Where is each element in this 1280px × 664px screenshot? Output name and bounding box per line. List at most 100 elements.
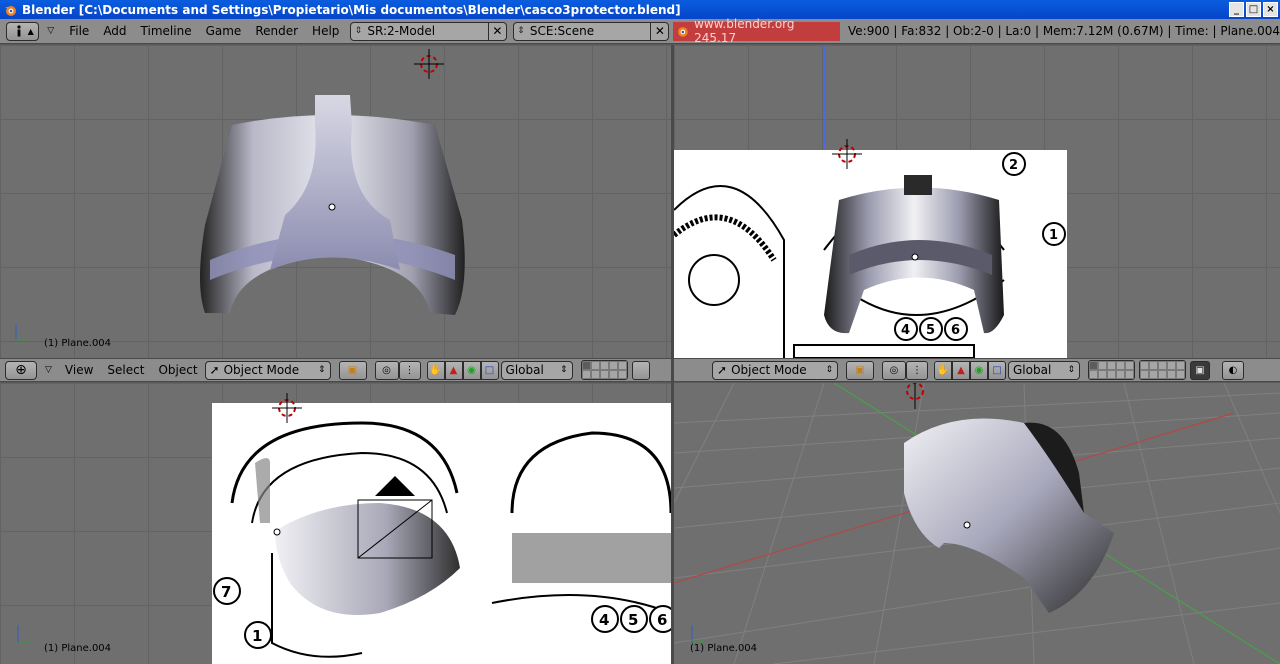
collapse-menu-icon[interactable]: ▽ (47, 26, 54, 36)
blender-website-link[interactable]: www.blender.org 245.17 (673, 17, 840, 45)
hand-icon: ✋ (429, 364, 442, 376)
render-icon: ◐ (1228, 364, 1238, 376)
menu-view[interactable]: View (58, 363, 100, 377)
helmet-front-mesh (200, 95, 465, 315)
helmet-perspective-mesh (904, 418, 1114, 613)
menu-select[interactable]: Select (100, 363, 151, 377)
scale-manipulator[interactable]: □ (988, 360, 1006, 380)
pivot-button[interactable]: ◎ (374, 360, 399, 380)
object-label: (1) Plane.004 (44, 338, 112, 349)
hand-icon: ✋ (936, 364, 950, 376)
rotate-manipulator[interactable]: ◉ (970, 360, 988, 380)
viewport-header-right: ➚ Object Mode ⇕ ▣ ◎ ⋮ ✋ ▲ ◉ □ Global ⇕ ▣… (674, 358, 1280, 382)
helmet-back-mesh (824, 175, 1004, 334)
minimize-button[interactable]: _ (1229, 2, 1244, 17)
pivot-icon: ◎ (382, 364, 391, 376)
layer-buttons-2[interactable] (1139, 360, 1186, 380)
viewport-top-left[interactable]: (1) Plane.004 (0, 45, 671, 358)
viewport-header-left: ⊕ ▽ View Select Object ➚ Object Mode ⇕ ▣… (0, 358, 671, 382)
scene-name[interactable]: SCE:Scene (528, 24, 651, 38)
translate-manipulator[interactable]: ▲ (952, 360, 970, 380)
orientation-selector[interactable]: Global ⇕ (1008, 360, 1080, 380)
menu-object[interactable]: Object (151, 363, 204, 377)
scale-icon: □ (484, 364, 495, 376)
dropdown-arrows-icon: ⇕ (825, 365, 833, 375)
screen-browse-icon[interactable]: ⇕ (351, 26, 365, 36)
menu-timeline[interactable]: Timeline (134, 24, 199, 38)
rotate-manipulator[interactable]: ◉ (462, 360, 481, 380)
menu-help[interactable]: Help (305, 24, 346, 38)
translate-icon: ▲ (957, 364, 965, 376)
dropdown-arrows-icon: ⇕ (559, 365, 568, 375)
website-text: www.blender.org 245.17 (694, 17, 795, 45)
scene-delete-icon[interactable]: ✕ (650, 22, 668, 40)
draw-type-button[interactable]: ▣ (846, 360, 874, 380)
dropdown-arrows-icon: ⇕ (1067, 365, 1075, 375)
collapse-menu-icon[interactable]: ▽ (45, 365, 52, 375)
blender-logo-icon (5, 5, 16, 16)
screen-delete-icon[interactable]: ✕ (487, 22, 506, 40)
viewport-top-right[interactable]: 2 1 4 5 6 (674, 45, 1280, 358)
pivot-button[interactable]: ◎ (882, 360, 906, 380)
object-label: (1) Plane.004 (690, 643, 758, 654)
rotate-icon: ◉ (974, 364, 984, 376)
blender-logo-icon (678, 27, 689, 37)
cube-icon: ▣ (347, 364, 358, 376)
main-menubar: ▲ ▽ File Add Timeline Game Render Help ⇕… (0, 17, 1280, 45)
scale-icon: □ (992, 364, 1002, 376)
pivot-options-button[interactable]: ⋮ (906, 360, 928, 380)
maximize-button[interactable]: □ (1246, 2, 1261, 17)
cursor-crosshair-icon (906, 383, 924, 409)
object-label: (1) Plane.004 (44, 643, 112, 654)
orientation-selector[interactable]: Global ⇕ (500, 360, 573, 380)
screen-selector[interactable]: ⇕ SR:2-Model ✕ (350, 21, 507, 41)
axis-gizmo-icon (17, 625, 34, 644)
orientation-label: Global (1013, 363, 1052, 377)
viewport-bottom-left[interactable]: 7 1 4 5 6 (1) Plane.004 (0, 383, 671, 664)
object-mode-icon: ➚ (717, 363, 728, 377)
object-mode-icon: ➚ (209, 363, 220, 377)
scale-manipulator[interactable]: □ (480, 360, 499, 380)
view3d-icon: ⊕ (15, 362, 27, 378)
lock-button[interactable]: ▣ (1190, 360, 1210, 380)
manipulator-toggle[interactable]: ✋ (934, 360, 952, 380)
menu-render[interactable]: Render (248, 24, 305, 38)
mode-label: Object Mode (223, 363, 300, 377)
scene-browse-icon[interactable]: ⇕ (514, 26, 528, 36)
layer-extra-button[interactable] (631, 360, 650, 380)
mode-label: Object Mode (731, 363, 807, 377)
layer-buttons[interactable] (580, 360, 628, 380)
scene-stats: Ve:900 | Fa:832 | Ob:2-0 | La:0 | Mem:7.… (848, 24, 1280, 38)
menu-add[interactable]: Add (96, 24, 133, 38)
close-button[interactable]: × (1263, 2, 1278, 17)
info-icon (16, 25, 21, 37)
cursor-crosshair-icon (272, 393, 302, 423)
layer-buttons[interactable] (1088, 360, 1135, 380)
scene-selector[interactable]: ⇕ SCE:Scene ✕ (512, 21, 670, 41)
window-titlebar: Blender [C:\Documents and Settings\Propi… (0, 0, 1280, 19)
screen-name[interactable]: SR:2-Model (365, 24, 488, 38)
window-title: Blender [C:\Documents and Settings\Propi… (22, 2, 681, 17)
menu-file[interactable]: File (62, 24, 96, 38)
mode-selector[interactable]: ➚ Object Mode ⇕ (712, 360, 838, 380)
window-type-button[interactable]: ▲ (6, 21, 40, 41)
dots-icon: ⋮ (404, 364, 415, 376)
lock-icon: ▣ (1195, 364, 1205, 376)
translate-icon: ▲ (449, 364, 458, 376)
axis-gizmo-icon (15, 324, 28, 341)
cube-icon: ▣ (855, 364, 865, 376)
translate-manipulator[interactable]: ▲ (444, 360, 463, 380)
orientation-label: Global (505, 363, 544, 377)
cursor-crosshair-icon (414, 49, 444, 79)
draw-type-button[interactable]: ▣ (338, 360, 367, 380)
helmet-side-mesh (255, 458, 460, 615)
render-preview-button[interactable]: ◐ (1222, 360, 1244, 380)
viewport-bottom-right[interactable]: (1) Plane.004 (674, 383, 1280, 664)
editor-type-button[interactable]: ⊕ (5, 360, 37, 380)
mode-selector[interactable]: ➚ Object Mode ⇕ (204, 360, 331, 380)
dots-icon: ⋮ (912, 364, 922, 376)
pivot-options-button[interactable]: ⋮ (398, 360, 421, 380)
cursor-crosshair-icon (832, 139, 862, 169)
manipulator-toggle[interactable]: ✋ (426, 360, 445, 380)
menu-game[interactable]: Game (199, 24, 249, 38)
